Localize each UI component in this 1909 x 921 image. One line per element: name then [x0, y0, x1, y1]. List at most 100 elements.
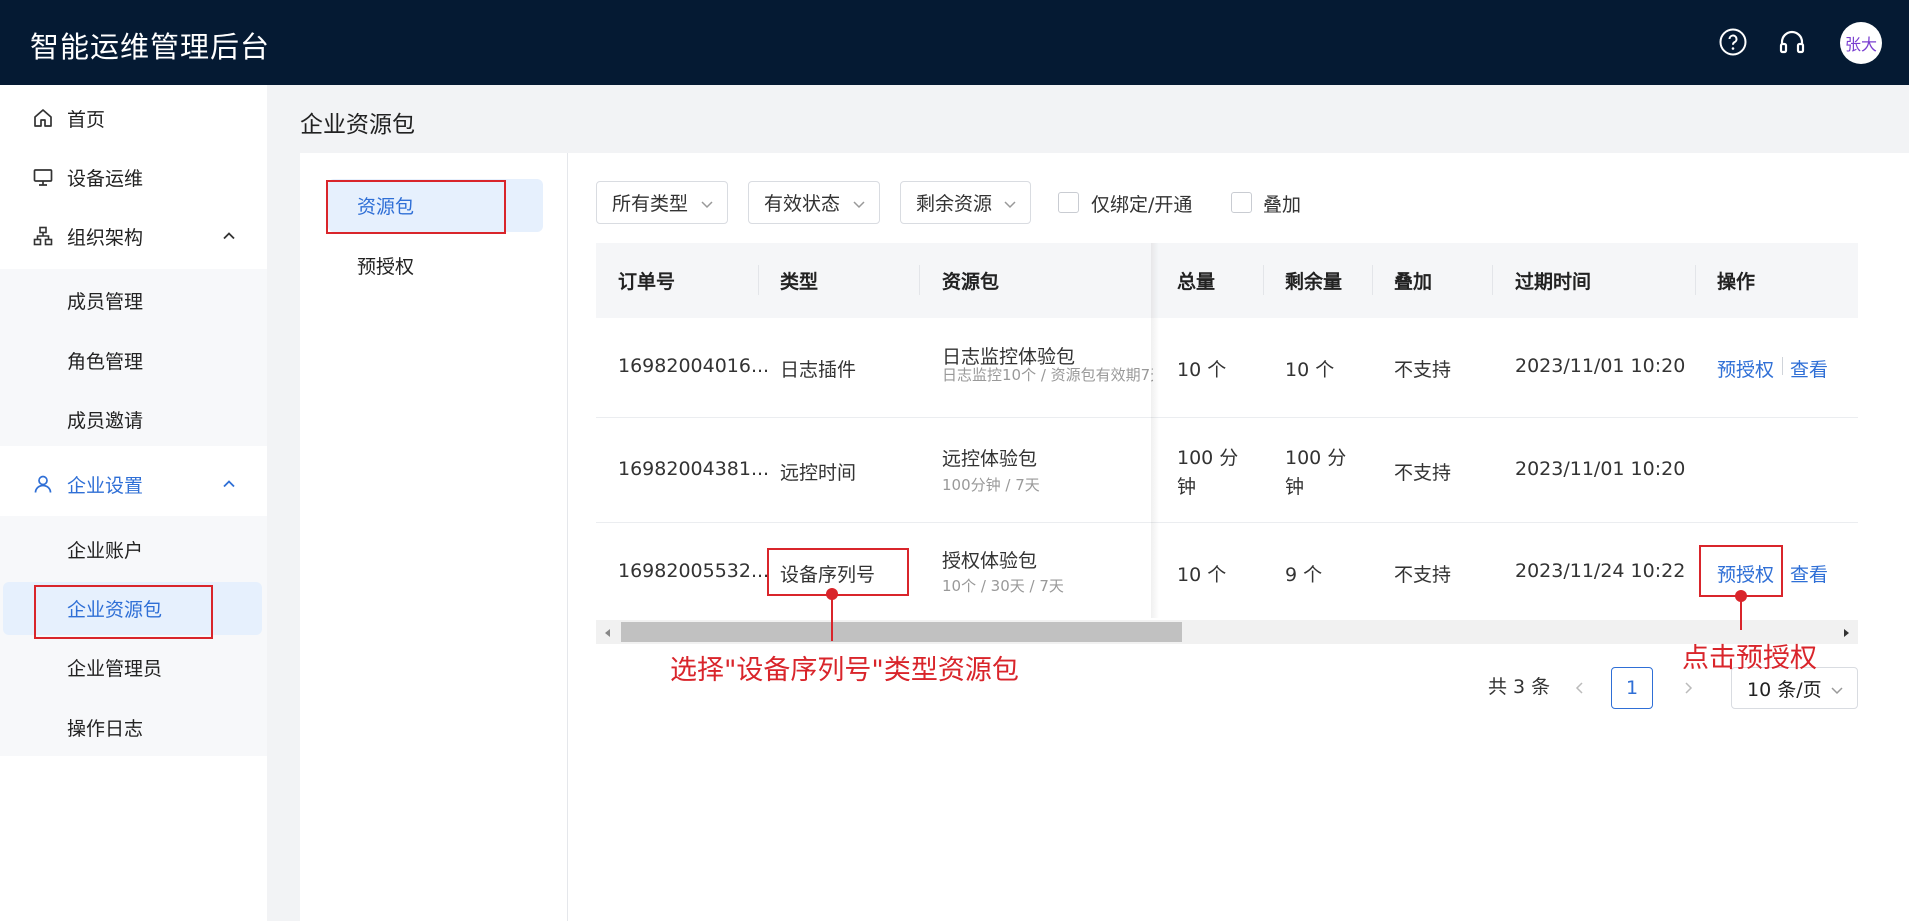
sidebar-item-label: 成员管理: [67, 290, 144, 313]
scroll-right-icon[interactable]: [1838, 624, 1854, 640]
col-header-remain: 剩余量: [1285, 271, 1343, 293]
column-divider: [1263, 265, 1264, 295]
sidebar: 首页 设备运维 组织架构 成员管理 角色管理 成员邀请 企业设置 企业账户 企业…: [0, 85, 267, 921]
pagination-total: 共 3 条: [1488, 676, 1551, 698]
col-header-type: 类型: [780, 271, 819, 293]
sidebar-item-account[interactable]: 企业账户: [0, 520, 267, 578]
col-header-package: 资源包: [942, 271, 1000, 293]
annotation-box-resource-tab: [326, 180, 506, 234]
chevron-up-icon: [220, 475, 238, 493]
sidebar-item-label: 企业管理员: [67, 657, 163, 680]
chevron-down-icon: [699, 195, 715, 211]
col-header-total: 总量: [1177, 271, 1216, 293]
cell-expire: 2023/11/01 10:20: [1515, 458, 1686, 480]
sub-navigation: 资源包 预授权: [300, 153, 568, 921]
prev-page-button[interactable]: [1559, 667, 1601, 709]
cell-total: 10 个: [1177, 359, 1227, 381]
annotation-select-type: 选择"设备序列号"类型资源包: [670, 655, 1019, 686]
table-header: 订单号 类型 资源包 总量 剩余量 叠加 过期时间 操作: [596, 243, 1858, 318]
sidebar-item-invites[interactable]: 成员邀请: [0, 390, 267, 448]
annotation-box-type: [767, 548, 909, 596]
type-filter-value: 所有类型: [612, 193, 689, 215]
col-header-expire: 过期时间: [1515, 271, 1592, 293]
sidebar-item-label: 企业账户: [67, 539, 144, 562]
home-icon: [32, 107, 54, 129]
avatar[interactable]: 张大: [1840, 22, 1882, 64]
org-chart-icon: [32, 225, 54, 247]
monitor-icon: [32, 166, 54, 188]
cell-expire: 2023/11/24 10:22: [1515, 560, 1686, 582]
user-icon: [32, 473, 54, 495]
cell-stack: 不支持: [1394, 564, 1452, 586]
annotation-line: [831, 596, 833, 641]
action-divider: [1782, 357, 1783, 375]
sidebar-item-org[interactable]: 组织架构: [0, 207, 267, 265]
column-divider: [1695, 265, 1696, 295]
sidebar-item-label: 操作日志: [67, 717, 144, 740]
cell-total-line2: 钟: [1177, 476, 1197, 498]
top-bar: 智能运维管理后台 张大: [0, 0, 1909, 85]
col-header-actions: 操作: [1717, 271, 1756, 293]
table-horizontal-scrollbar[interactable]: [596, 620, 1858, 644]
chevron-down-icon: [851, 195, 867, 211]
annotation-line: [1740, 598, 1742, 630]
sidebar-item-logs[interactable]: 操作日志: [0, 698, 267, 756]
cell-stack: 不支持: [1394, 359, 1452, 381]
cell-remain: 9 个: [1285, 564, 1323, 586]
sidebar-item-label: 组织架构: [67, 226, 144, 249]
chevron-down-icon: [1002, 195, 1018, 211]
page-size-value: 10 条/页: [1747, 678, 1822, 701]
sidebar-item-label: 角色管理: [67, 350, 144, 373]
column-divider: [1492, 265, 1493, 295]
help-circle-icon[interactable]: [1718, 27, 1748, 57]
stack-label: 叠加: [1263, 194, 1302, 216]
view-link[interactable]: 查看: [1790, 560, 1828, 587]
col-header-order: 订单号: [618, 271, 676, 293]
scrollbar-thumb[interactable]: [621, 622, 1182, 642]
sidebar-item-device-ops[interactable]: 设备运维: [0, 148, 267, 206]
cell-package-desc: 日志监控10个 / 资源包有效期7天: [942, 366, 1153, 384]
annotation-box-sidebar: [34, 585, 213, 639]
scroll-left-icon[interactable]: [600, 624, 616, 640]
bound-only-checkbox[interactable]: [1058, 192, 1079, 213]
type-filter-select[interactable]: 所有类型: [596, 181, 728, 224]
cell-total-line1: 100 分: [1177, 447, 1239, 469]
app-title: 智能运维管理后台: [30, 30, 271, 64]
status-filter-select[interactable]: 有效状态: [748, 181, 880, 224]
column-divider: [1372, 265, 1373, 295]
sidebar-item-home[interactable]: 首页: [0, 89, 267, 147]
sidebar-item-roles[interactable]: 角色管理: [0, 331, 267, 389]
chevron-left-icon: [1575, 682, 1583, 694]
annotation-click-preauth: 点击预授权: [1682, 643, 1817, 674]
sidebar-item-label: 成员邀请: [67, 409, 144, 432]
sidebar-item-members[interactable]: 成员管理: [0, 271, 267, 329]
headset-icon[interactable]: [1777, 27, 1807, 57]
column-divider: [919, 265, 920, 295]
sidebar-item-label: 设备运维: [67, 167, 144, 190]
remaining-filter-select[interactable]: 剩余资源: [900, 181, 1031, 224]
page-title: 企业资源包: [300, 112, 415, 138]
column-divider: [758, 265, 759, 295]
sidebar-item-admins[interactable]: 企业管理员: [0, 638, 267, 696]
chevron-up-icon: [220, 227, 238, 245]
bound-only-label: 仅绑定/开通: [1091, 194, 1193, 216]
remaining-filter-value: 剩余资源: [916, 193, 993, 215]
page-button-current[interactable]: 1: [1611, 667, 1653, 709]
sidebar-item-label: 企业设置: [67, 474, 144, 497]
cell-expire: 2023/11/01 10:20: [1515, 355, 1686, 377]
sidebar-item-label: 首页: [67, 108, 106, 131]
sidebar-item-settings[interactable]: 企业设置: [0, 455, 267, 513]
col-header-stack: 叠加: [1394, 271, 1433, 293]
cell-remain: 10 个: [1285, 359, 1335, 381]
chevron-right-icon: [1685, 682, 1693, 694]
view-link[interactable]: 查看: [1790, 355, 1828, 382]
preauth-link[interactable]: 预授权: [1717, 355, 1774, 382]
stack-checkbox[interactable]: [1231, 192, 1252, 213]
cell-stack: 不支持: [1394, 462, 1452, 484]
chevron-down-icon: [1829, 681, 1845, 697]
status-filter-value: 有效状态: [764, 193, 841, 215]
cell-remain-line2: 钟: [1285, 476, 1305, 498]
tab-preauth[interactable]: 预授权: [328, 239, 543, 292]
tab-label: 预授权: [357, 256, 415, 278]
fixed-column-shadow: [1151, 243, 1159, 618]
